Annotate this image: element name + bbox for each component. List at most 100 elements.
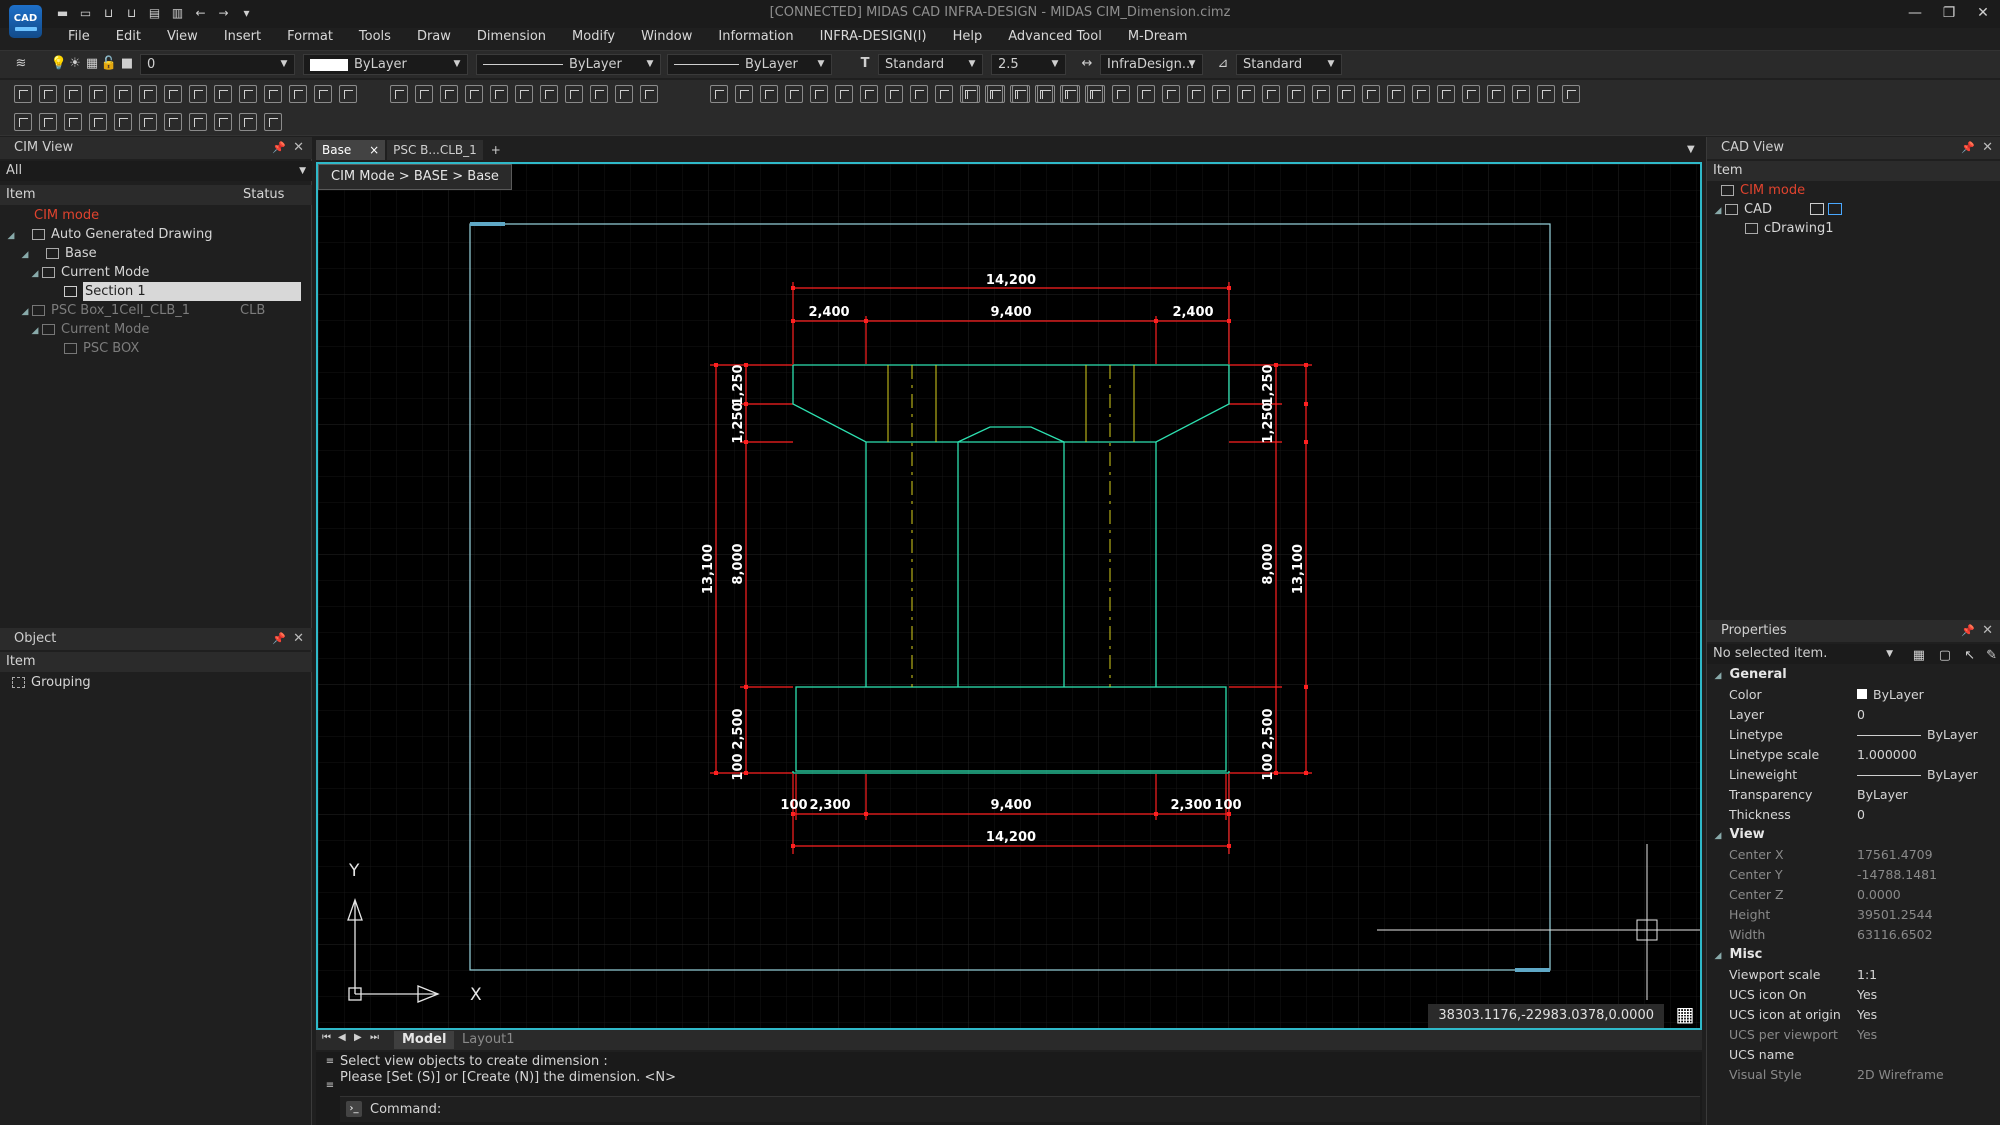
tool-icon[interactable] — [14, 113, 32, 131]
pin-icon[interactable]: 📌 — [1961, 620, 1975, 642]
next-tab-icon[interactable]: ▶ — [354, 1032, 362, 1043]
section-view[interactable]: ◢ View — [1707, 825, 2000, 845]
tool-icon[interactable] — [89, 113, 107, 131]
tool-icon[interactable] — [214, 85, 232, 103]
tool-icon[interactable] — [264, 113, 282, 131]
menu-infra-design[interactable]: INFRA-DESIGN(I) — [807, 27, 940, 47]
section-misc[interactable]: ◢ Misc — [1707, 945, 2000, 965]
prop-linetype-scale[interactable]: Linetype scale 1.000000 — [1707, 745, 2000, 765]
tool-icon[interactable] — [64, 85, 82, 103]
tool-icon[interactable] — [139, 85, 157, 103]
tab-model[interactable]: Model — [394, 1031, 455, 1049]
prop-width[interactable]: Width 63116.6502 — [1707, 925, 2000, 945]
tool-icon[interactable] — [910, 85, 928, 103]
settings-icon[interactable]: ✎ — [1986, 646, 1997, 666]
prop-lineweight[interactable]: Lineweight ByLayer — [1707, 765, 2000, 785]
menu-advanced-tool[interactable]: Advanced Tool — [995, 27, 1115, 47]
tool-icon[interactable] — [1112, 85, 1130, 103]
lock-icon[interactable]: 🔓 — [100, 55, 118, 73]
layers-icon[interactable]: ≋ — [12, 55, 30, 73]
tree-item-section-1[interactable]: Section 1 — [0, 282, 312, 301]
minimize-icon[interactable]: — — [1898, 0, 1932, 26]
prop-height[interactable]: Height 39501.2544 — [1707, 905, 2000, 925]
tool-icon[interactable] — [164, 113, 182, 131]
tool-icon[interactable] — [1212, 85, 1230, 103]
tool-icon[interactable] — [465, 85, 483, 103]
column-status[interactable]: Status — [243, 185, 284, 205]
tree-item-cim-mode[interactable]: CIM mode — [0, 206, 312, 225]
prop-ucs-icon-on[interactable]: UCS icon On Yes — [1707, 985, 2000, 1005]
tool-icon[interactable] — [1362, 85, 1380, 103]
cad-tree-cad[interactable]: ◢ CAD — [1707, 200, 2000, 219]
tree-item-psc-box-section[interactable]: PSC BOX — [0, 339, 312, 358]
pin-icon[interactable]: 📌 — [1961, 137, 1975, 159]
menu-help[interactable]: Help — [940, 27, 996, 47]
close-icon[interactable]: ✕ — [1966, 0, 2000, 26]
tool-icon[interactable] — [390, 85, 408, 103]
text-height-select[interactable]: 2.5 ▼ — [991, 54, 1066, 75]
tab-base[interactable]: Base × — [316, 140, 386, 160]
tool-icon[interactable] — [860, 85, 878, 103]
tool-icon[interactable] — [415, 85, 433, 103]
prop-linetype[interactable]: Linetype ByLayer — [1707, 725, 2000, 745]
tool-icon[interactable] — [735, 85, 753, 103]
menu-insert[interactable]: Insert — [211, 27, 274, 47]
tool-icon[interactable] — [89, 85, 107, 103]
tool-icon[interactable] — [39, 113, 57, 131]
tool-icon[interactable] — [1037, 85, 1055, 103]
prev-tab-icon[interactable]: ◀ — [338, 1032, 346, 1043]
tool-icon[interactable] — [339, 85, 357, 103]
tool-icon[interactable] — [440, 85, 458, 103]
cad-drawing[interactable]: 14,200 2,400 9,400 2,400 100 2,300 9,400… — [318, 164, 1700, 1028]
tool-icon[interactable] — [710, 85, 728, 103]
tool-icon[interactable] — [540, 85, 558, 103]
close-icon[interactable]: ✕ — [293, 137, 304, 159]
cim-view-filter[interactable]: All ▼ — [0, 161, 312, 181]
tool-icon[interactable] — [214, 113, 232, 131]
prop-color[interactable]: Color ByLayer — [1707, 685, 2000, 705]
close-icon[interactable]: ✕ — [1982, 620, 1993, 642]
menu-draw[interactable]: Draw — [404, 27, 464, 47]
grid-toggle-icon[interactable]: ▦ — [1674, 1004, 1696, 1026]
text-style-icon[interactable]: T — [856, 55, 874, 73]
prop-center-y[interactable]: Center Y -14788.1481 — [1707, 865, 2000, 885]
column-item[interactable]: Item — [6, 185, 36, 205]
menu-file[interactable]: File — [55, 27, 103, 47]
pickadd-icon[interactable]: ↖ — [1964, 646, 1975, 666]
tool-icon[interactable] — [1562, 85, 1580, 103]
prop-layer[interactable]: Layer 0 — [1707, 705, 2000, 725]
column-item[interactable]: Item — [6, 652, 36, 672]
dim-style-select[interactable]: InfraDesign... ▼ — [1100, 54, 1203, 75]
menu-modify[interactable]: Modify — [559, 27, 628, 47]
tool-icon[interactable] — [640, 85, 658, 103]
tool-icon[interactable] — [1137, 85, 1155, 103]
tool-icon[interactable] — [314, 85, 332, 103]
sun-icon[interactable]: ☀ — [66, 55, 84, 73]
tool-icon[interactable] — [1162, 85, 1180, 103]
last-tab-icon[interactable]: ⏭ — [370, 1032, 379, 1043]
tool-icon[interactable] — [14, 85, 32, 103]
model-view-icon[interactable] — [1810, 203, 1824, 215]
prop-center-z[interactable]: Center Z 0.0000 — [1707, 885, 2000, 905]
tool-icon[interactable] — [139, 113, 157, 131]
tool-icon[interactable] — [1487, 85, 1505, 103]
prop-ucs-icon-origin[interactable]: UCS icon at origin Yes — [1707, 1005, 2000, 1025]
prop-ucs-per-viewport[interactable]: UCS per viewport Yes — [1707, 1025, 2000, 1045]
tool-icon[interactable] — [1312, 85, 1330, 103]
column-item[interactable]: Item — [1713, 161, 1743, 181]
menu-window[interactable]: Window — [628, 27, 705, 47]
tool-icon[interactable] — [1187, 85, 1205, 103]
tool-icon[interactable] — [114, 85, 132, 103]
close-icon[interactable]: ✕ — [1982, 137, 1993, 159]
quick-select-icon[interactable]: ▦ — [1913, 646, 1925, 666]
selection-select[interactable]: No selected item. ▼ ▦ ▢ ↖ ✎ — [1707, 644, 2000, 664]
tool-icon[interactable] — [114, 113, 132, 131]
layout-view-icon[interactable] — [1828, 203, 1842, 215]
tool-icon[interactable] — [1337, 85, 1355, 103]
menu-information[interactable]: Information — [705, 27, 806, 47]
pin-icon[interactable]: 📌 — [272, 628, 286, 650]
menu-format[interactable]: Format — [274, 27, 346, 47]
text-style-select[interactable]: Standard ▼ — [878, 54, 983, 75]
add-tab-button[interactable]: + — [485, 140, 507, 160]
object-item-grouping[interactable]: Grouping — [0, 673, 312, 692]
